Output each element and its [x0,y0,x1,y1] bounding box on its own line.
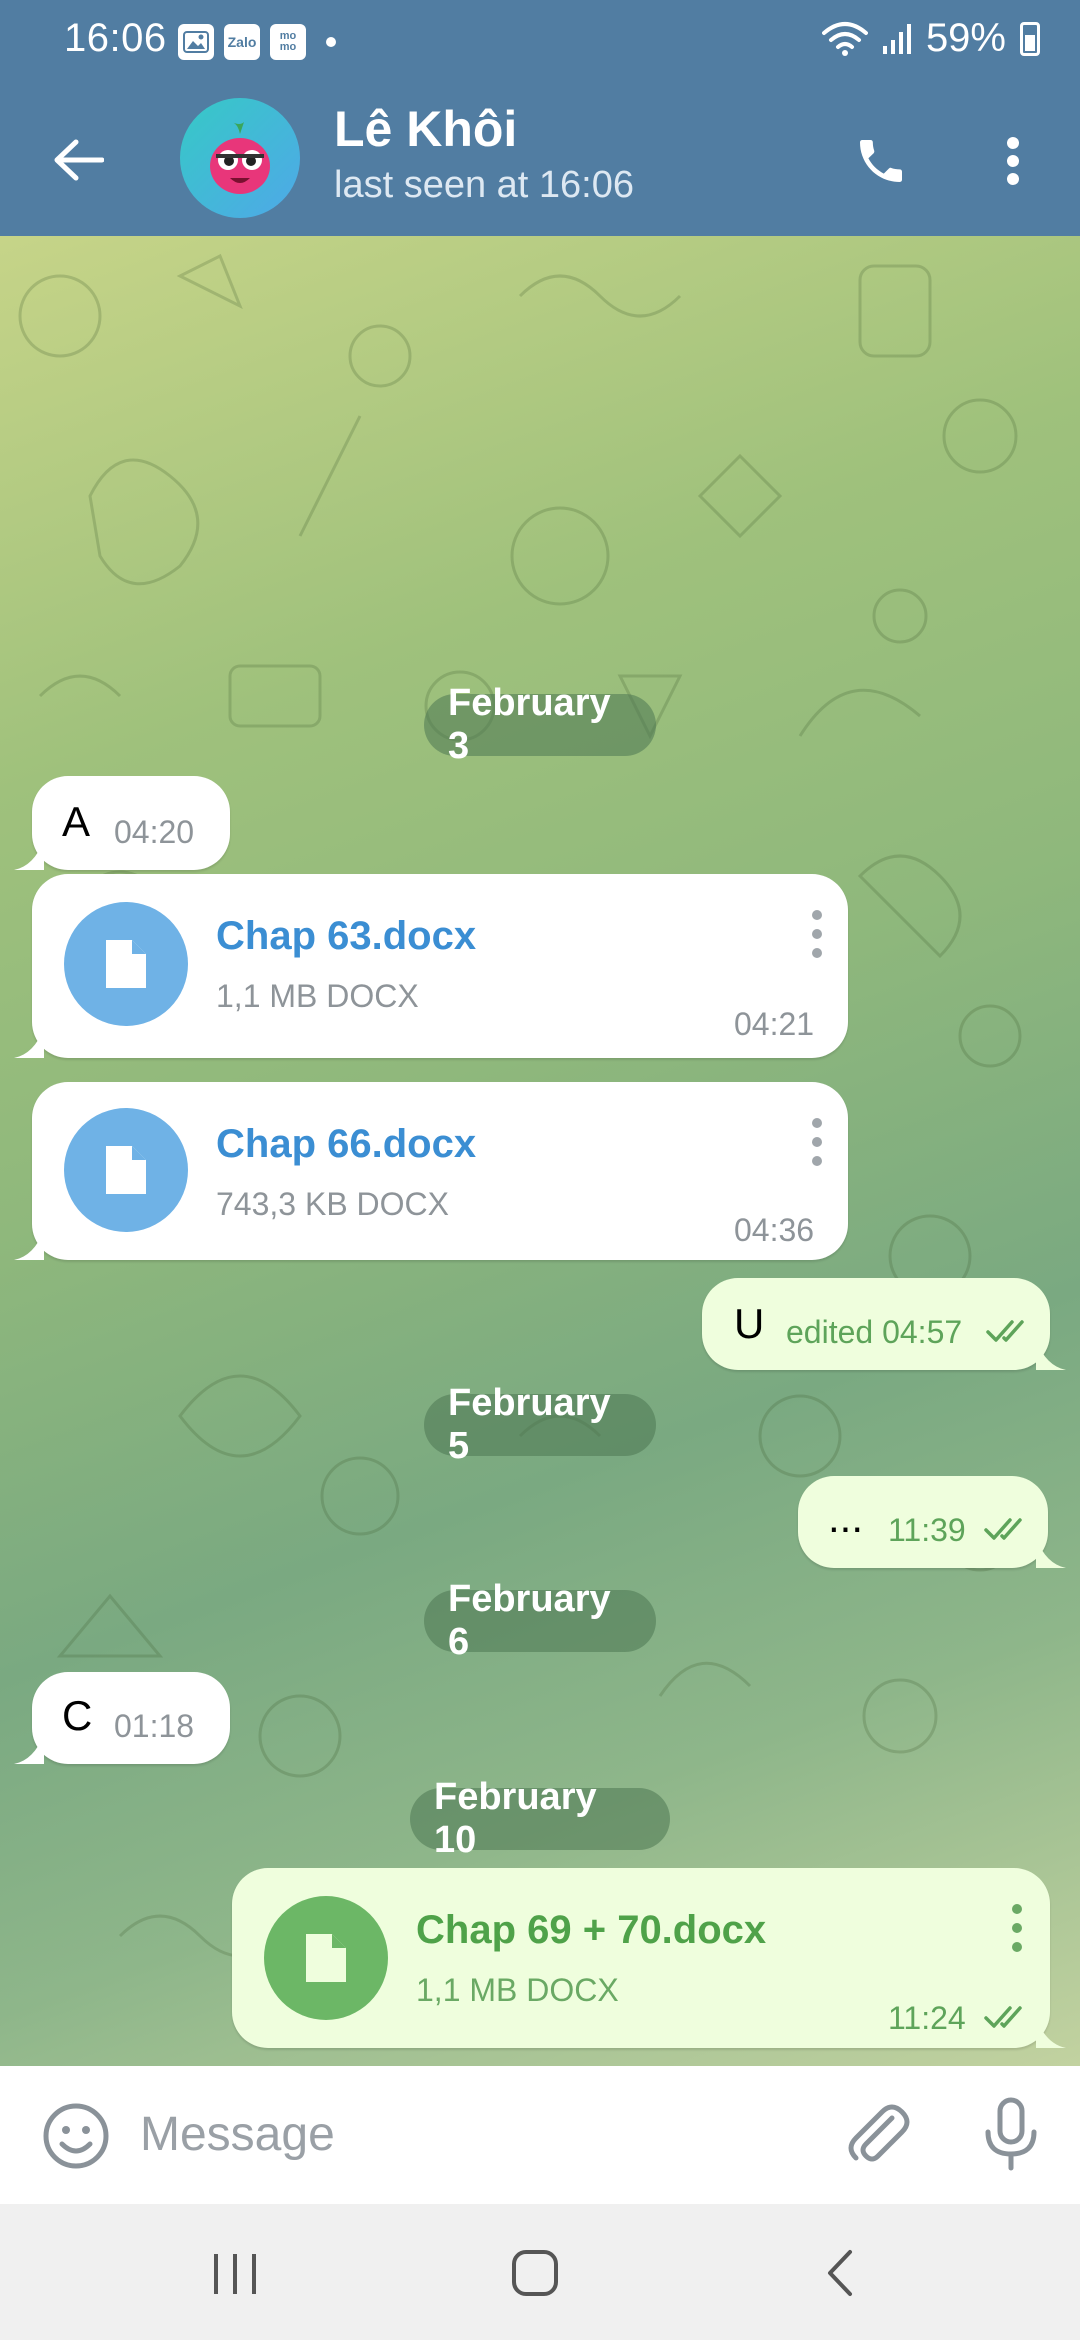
status-bar: 16:06 Zalo mo mo 59% [0,0,1080,86]
home-button[interactable] [500,2238,570,2308]
recent-apps-button[interactable] [200,2242,270,2302]
document-icon [106,1146,146,1194]
status-time: 16:06 [64,16,167,60]
battery-icon [1020,21,1040,56]
chevron-left-icon [828,2250,852,2296]
chat-header: Lê Khôi last seen at 16:06 [0,86,1080,236]
zalo-notification-icon: Zalo [224,24,260,60]
bubble-tail [14,840,44,870]
incoming-message[interactable]: C 01:18 [32,1672,230,1764]
double-check-icon [984,1518,1022,1540]
file-size: 743,3 KB DOCX [216,1186,449,1222]
back-button[interactable] [40,122,116,198]
date-separator: February 3 [424,682,656,767]
arrow-left-icon [54,139,104,181]
file-options-button[interactable] [1002,1898,1032,1958]
file-download-button[interactable] [64,1108,188,1232]
file-open-button[interactable] [264,1896,388,2020]
file-download-button[interactable] [64,902,188,1026]
message-time: 11:24 [888,2000,966,2036]
bubble-tail [1036,1340,1066,1370]
incoming-file-message[interactable]: Chap 66.docx 743,3 KB DOCX 04:36 [32,1082,848,1260]
incoming-message[interactable]: A 04:20 [32,776,230,870]
paperclip-icon [848,2104,910,2162]
message-composer [0,2066,1080,2204]
momo-notification-icon: mo mo [270,24,306,60]
file-size: 1,1 MB DOCX [216,978,419,1014]
voice-record-button[interactable] [976,2096,1046,2172]
wifi-icon [821,21,868,56]
outgoing-file-message[interactable]: Chap 69 + 70.docx 1,1 MB DOCX 11:24 [232,1868,1050,2048]
file-name[interactable]: Chap 63.docx [216,914,476,959]
double-check-icon [984,2006,1022,2028]
incoming-file-message[interactable]: Chap 63.docx 1,1 MB DOCX 04:21 [32,874,848,1058]
message-input[interactable] [140,2094,800,2174]
message-text: ... [828,1494,864,1541]
file-name[interactable]: Chap 69 + 70.docx [416,1908,766,1953]
more-notifications-dot [326,37,336,47]
attach-button[interactable] [840,2096,916,2172]
document-icon [306,1934,346,1982]
bubble-tail [14,1734,44,1764]
battery-percent: 59% [925,16,1006,60]
top-bar: 16:06 Zalo mo mo 59% Lê Khôi last seen a… [0,0,1080,236]
message-time: 04:20 [114,814,195,850]
double-check-icon [986,1320,1024,1342]
outgoing-message[interactable]: U edited 04:57 [702,1278,1050,1370]
emoji-button[interactable] [40,2100,112,2172]
message-time: 01:18 [114,1708,195,1744]
file-size: 1,1 MB DOCX [416,1972,619,2008]
file-name[interactable]: Chap 66.docx [216,1122,476,1167]
home-icon [512,2250,558,2296]
call-button[interactable] [846,126,916,196]
last-seen-status: last seen at 16:06 [334,164,634,206]
system-nav-bar [0,2204,1080,2340]
date-separator: February 6 [424,1578,656,1663]
message-time: 04:21 [734,1006,815,1042]
more-options-button[interactable] [980,126,1046,196]
notification-icons: Zalo mo mo [178,24,336,60]
signal-icon [882,23,911,54]
avatar[interactable] [180,98,300,218]
kebab-menu-icon [1007,137,1019,185]
microphone-icon [985,2097,1037,2171]
message-text: C [62,1692,93,1739]
bubble-tail [14,1028,44,1058]
bubble-tail [14,1230,44,1260]
message-text: A [62,798,91,845]
message-time: 11:39 [888,1512,966,1548]
message-text: U [734,1300,765,1347]
outgoing-message[interactable]: ... 11:39 [798,1476,1048,1568]
file-options-button[interactable] [802,1112,832,1172]
status-right: 59% [821,16,1040,61]
gallery-notification-icon [178,24,214,60]
smiley-icon [43,2103,109,2169]
message-time: edited 04:57 [786,1314,963,1350]
phone-icon [860,140,902,182]
date-separator: February 5 [424,1382,656,1467]
system-back-button[interactable] [810,2238,870,2308]
date-separator: February 10 [410,1776,670,1861]
message-time: 04:36 [734,1212,815,1248]
chat-history[interactable]: February 3 A 04:20 Chap 63.docx 1,1 MB D… [0,236,1080,2066]
file-options-button[interactable] [802,904,832,964]
avatar-character-icon [210,122,270,194]
contact-name[interactable]: Lê Khôi [334,100,517,158]
bubble-tail [1036,1538,1066,1568]
document-icon [106,940,146,988]
bubble-tail [1036,2018,1066,2048]
recents-icon [214,2254,256,2294]
